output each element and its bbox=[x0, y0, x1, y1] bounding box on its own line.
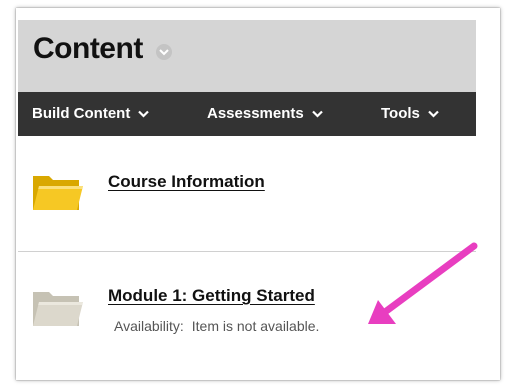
page-header: Content bbox=[18, 20, 476, 92]
availability-status: Availability: Item is not available. bbox=[114, 318, 319, 334]
tools-menu[interactable]: Tools bbox=[381, 92, 439, 136]
availability-value: Item is not available. bbox=[191, 318, 320, 334]
chevron-down-icon bbox=[428, 92, 439, 136]
folder-icon bbox=[33, 176, 83, 210]
page-options-chevron-icon[interactable] bbox=[156, 44, 172, 60]
item-title-link[interactable]: Module 1: Getting Started bbox=[108, 286, 315, 306]
action-bar: Build Content Assessments Tools bbox=[18, 92, 476, 136]
build-content-label: Build Content bbox=[32, 105, 131, 122]
page-title: Content bbox=[33, 32, 143, 65]
availability-label: Availability: bbox=[114, 318, 184, 334]
chevron-down-icon bbox=[311, 92, 323, 136]
item-title-link[interactable]: Course Information bbox=[108, 172, 265, 192]
assessments-label: Assessments bbox=[207, 105, 304, 122]
assessments-menu[interactable]: Assessments bbox=[207, 92, 323, 136]
build-content-menu[interactable]: Build Content bbox=[32, 92, 150, 136]
folder-icon bbox=[33, 292, 83, 326]
content-item: Course Information bbox=[18, 160, 476, 240]
tools-label: Tools bbox=[381, 105, 420, 122]
chevron-down-icon bbox=[138, 92, 150, 136]
arrow-icon bbox=[368, 242, 478, 324]
